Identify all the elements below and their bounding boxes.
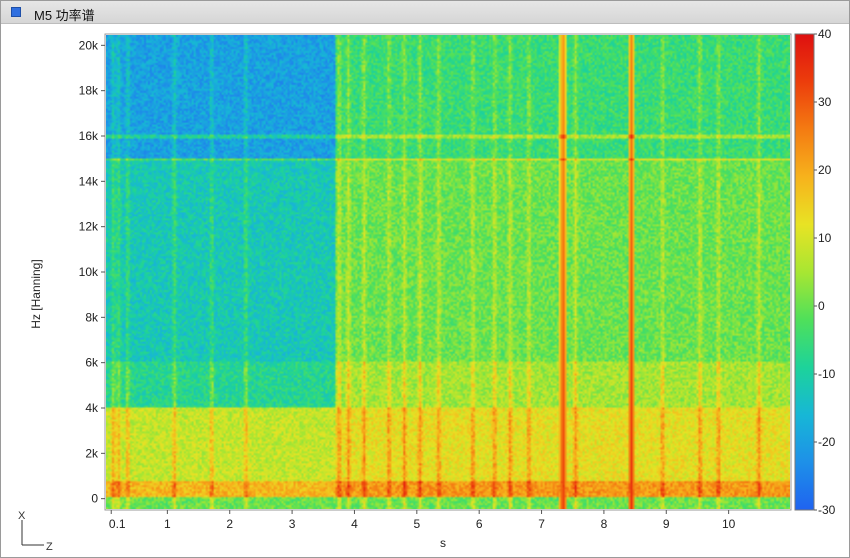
- colorbar-tick-label: -10: [818, 367, 836, 381]
- y-tick-label: 2k: [85, 446, 99, 460]
- axis-indicator-x-label: X: [18, 510, 26, 522]
- colorbar-tick-label: 30: [818, 95, 832, 109]
- window-title: M5 功率谱: [34, 8, 95, 23]
- x-axis: 0.1 1 2 3 4 5 6 7 8 9 10: [109, 510, 736, 531]
- axis-indicator-z-label: Z: [46, 541, 53, 553]
- colorbar-tick-label: 20: [818, 163, 832, 177]
- x-tick-label: 3: [289, 517, 296, 531]
- x-tick-label: 9: [663, 517, 670, 531]
- heatmap-image: [106, 35, 790, 509]
- x-tick-label: 6: [476, 517, 483, 531]
- colorbar-tick-label: -30: [818, 503, 836, 517]
- y-tick-label: 8k: [85, 310, 99, 324]
- y-tick-label: 10k: [79, 265, 99, 279]
- x-axis-label: s: [440, 536, 446, 550]
- x-tick-label: 10: [722, 517, 736, 531]
- axis-indicator: X Z: [18, 510, 53, 553]
- colorbar-tick-label: -20: [818, 435, 836, 449]
- x-tick-label: 2: [226, 517, 233, 531]
- window-icon: [11, 7, 21, 17]
- y-tick-label: 12k: [79, 220, 99, 234]
- x-tick-label: 0.1: [109, 517, 126, 531]
- y-axis-label: Hz [Hanning]: [29, 259, 43, 328]
- y-tick-label: 18k: [79, 84, 99, 98]
- x-tick-label: 4: [351, 517, 358, 531]
- colorbar-gradient: [794, 33, 815, 511]
- title-bar: M5 功率谱: [1, 1, 849, 24]
- x-tick-label: 8: [601, 517, 608, 531]
- colorbar-tick-label: 10: [818, 231, 832, 245]
- y-tick-label: 4k: [85, 401, 99, 415]
- x-tick-label: 5: [413, 517, 420, 531]
- power-spectrum-window: M5 功率谱 0 2k 4k 6k 8k 10k 12k 14k 16k 18k 20k 0.1 1 2…: [0, 0, 850, 558]
- colorbar-tick-label: 40: [818, 27, 832, 41]
- y-tick-label: 14k: [79, 174, 99, 188]
- colorbar: 40 30 20 10 0 -10 -20 -30: [794, 27, 836, 517]
- y-axis: 0 2k 4k 6k 8k 10k 12k 14k 16k 18k 20k: [79, 38, 105, 506]
- y-tick-label: 16k: [79, 129, 99, 143]
- x-tick-label: 1: [164, 517, 171, 531]
- x-tick-label: 7: [538, 517, 545, 531]
- y-tick-label: 0: [91, 492, 98, 506]
- y-tick-label: 6k: [85, 356, 99, 370]
- spectrogram-chart: 0 2k 4k 6k 8k 10k 12k 14k 16k 18k 20k 0.1 1 2 3 4 5 6 7 8 9…: [18, 27, 836, 553]
- colorbar-tick-label: 0: [818, 299, 825, 313]
- y-tick-label: 20k: [79, 38, 99, 52]
